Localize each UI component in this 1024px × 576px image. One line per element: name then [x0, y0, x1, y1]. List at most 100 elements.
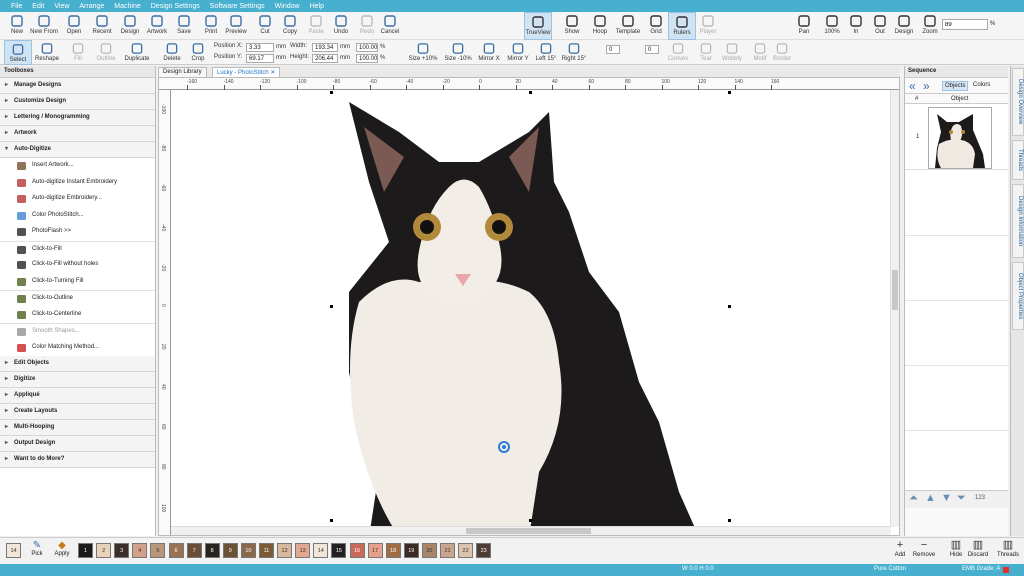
selection-handle[interactable] — [330, 305, 333, 308]
toolbar-template-button[interactable]: Template — [614, 12, 642, 40]
toolbar-design-button[interactable]: Design — [116, 12, 144, 40]
expand-right-icon[interactable]: » — [923, 79, 930, 93]
toolbar-rulers-button[interactable]: Rulers — [668, 12, 696, 40]
toolbox-item-click-to-turning-fill[interactable]: Click-to-Turning Fill — [0, 274, 155, 291]
apply-button[interactable]: ◆ Apply — [52, 540, 72, 557]
toolbox-item-smooth-shapes[interactable]: Smooth Shapes... — [0, 323, 155, 340]
toolbox-section-lettering-monogramming[interactable]: Lettering / Monogramming — [0, 110, 155, 126]
toolbox-section-manage-designs[interactable]: Manage Designs — [0, 78, 155, 94]
toolbar-new-button[interactable]: New — [3, 12, 31, 40]
thread-swatch[interactable]: 5 — [150, 543, 166, 558]
rotation-b-field[interactable]: 0 — [645, 45, 659, 54]
tab-threads[interactable]: Threads — [1012, 140, 1024, 180]
toolbar-reshape-button[interactable]: Reshape — [33, 40, 61, 65]
thread-swatch[interactable]: 4 — [132, 543, 148, 558]
move-up-icon[interactable]: ▲ — [925, 492, 936, 504]
thread-swatch[interactable]: 12 — [277, 543, 293, 558]
toolbar-player-button[interactable]: Player — [694, 12, 722, 40]
cat-artwork[interactable] — [329, 92, 729, 536]
selection-handle[interactable] — [728, 91, 731, 94]
move-last-icon[interactable]: ⏷ — [957, 492, 966, 505]
toolbar-print-button[interactable]: Print — [197, 12, 225, 40]
menu-help[interactable]: Help — [310, 3, 324, 10]
toolbar-hoop-button[interactable]: Hoop — [586, 12, 614, 40]
sequence-row[interactable]: 1 — [905, 104, 1008, 170]
tab-design-overview[interactable]: Design Overview — [1012, 68, 1024, 136]
toolbox-item-auto-digitize-instant-embroidery[interactable]: Auto-digitize Instant Embroidery — [0, 175, 155, 192]
toolbox-item-insert-artwork[interactable]: Insert Artwork... — [0, 158, 155, 175]
toolbar-mirror-x-button[interactable]: Mirror X — [474, 40, 504, 65]
menu-edit[interactable]: Edit — [32, 3, 44, 10]
selection-handle[interactable] — [330, 91, 333, 94]
thread-swatch[interactable]: 14 — [313, 543, 329, 558]
toolbox-section-create-layouts[interactable]: Create Layouts — [0, 404, 155, 420]
toolbox-section-auto-digitize[interactable]: Auto-Digitize — [0, 142, 155, 158]
toolbox-item-click-to-centerline[interactable]: Click-to-Centerline — [0, 307, 155, 324]
toolbox-item-auto-digitize-embroidery[interactable]: Auto-digitize Embroidery... — [0, 191, 155, 208]
toolbar-show-button[interactable]: Show — [558, 12, 586, 40]
toolbar-design-button[interactable]: Design — [890, 12, 918, 40]
toolbox-section-edit-objects[interactable]: Edit Objects — [0, 356, 155, 372]
tab-design-library[interactable]: Design Library — [158, 67, 207, 77]
toolbar-duplicate-button[interactable]: Duplicate — [120, 40, 154, 65]
toolbox-item-click-to-outline[interactable]: Click-to-Outline — [0, 290, 155, 307]
width-field[interactable]: 193.34 — [312, 43, 338, 52]
toolbar-fill-button[interactable]: Fill — [64, 40, 92, 65]
thread-swatch[interactable]: 7 — [186, 543, 202, 558]
object-thumbnail[interactable] — [928, 107, 992, 169]
thread-swatch[interactable]: 14 — [6, 543, 21, 558]
menu-software-settings[interactable]: Software Settings — [210, 3, 265, 10]
toolbox-section-customize-design[interactable]: Customize Design — [0, 94, 155, 110]
scroll-thumb[interactable] — [466, 528, 591, 534]
palette-add-button[interactable]: + Add — [888, 539, 912, 558]
toolbar-recent-button[interactable]: Recent — [88, 12, 116, 40]
toolbar-outline-button[interactable]: Outline — [92, 40, 120, 65]
toolbox-section-want-to-do-more[interactable]: Want to do More? — [0, 452, 155, 468]
toolbox-section-appliqu[interactable]: Appliqué — [0, 388, 155, 404]
thread-swatch[interactable]: 23 — [476, 543, 492, 558]
toolbar-select-button[interactable]: Select — [4, 40, 32, 65]
toolbar-open-button[interactable]: Open — [60, 12, 88, 40]
toolbar-left-15-button[interactable]: Left 15° — [531, 40, 561, 65]
toolbar-grid-button[interactable]: Grid — [642, 12, 670, 40]
palette-threads-button[interactable]: ▥ Threads — [996, 539, 1020, 558]
position-x-field[interactable]: 3.33 — [246, 43, 274, 52]
scale-x-field[interactable]: 100.00 — [356, 43, 378, 52]
toolbar-save-button[interactable]: Save — [170, 12, 198, 40]
thread-swatch[interactable]: 3 — [114, 543, 130, 558]
toolbar-undo-button[interactable]: Undo — [327, 12, 355, 40]
toolbox-item-photoflash[interactable]: PhotoFlash >> — [0, 224, 155, 241]
thread-swatch[interactable]: 19 — [403, 543, 419, 558]
tab-colors[interactable]: Colors — [971, 81, 992, 89]
menu-window[interactable]: Window — [275, 3, 300, 10]
tab-lucky-photostitch[interactable]: Lucky - PhotoStitch ✕ — [212, 67, 281, 77]
toolbar-artwork-button[interactable]: Artwork — [143, 12, 171, 40]
selection-handle[interactable] — [529, 91, 532, 94]
tab-design-information[interactable]: Design Information — [1012, 184, 1024, 258]
toolbox-item-color-photostitch[interactable]: Color PhotoStitch... — [0, 208, 155, 225]
toolbar-border-button[interactable]: Border — [768, 40, 796, 65]
toolbar-cancel-button[interactable]: Cancel — [376, 12, 404, 40]
thread-swatch[interactable]: 21 — [440, 543, 455, 558]
toolbox-item-click-to-fill[interactable]: Click-to-Fill — [0, 240, 155, 258]
toolbar-size-10-button[interactable]: Size -10% — [443, 40, 473, 65]
thread-swatch[interactable]: 9 — [222, 543, 238, 558]
horizontal-scrollbar[interactable] — [171, 526, 891, 535]
height-field[interactable]: 206.44 — [312, 54, 338, 63]
toolbar-size-10-button[interactable]: Size +10% — [408, 40, 438, 65]
toolbar-preview-button[interactable]: Preview — [222, 12, 250, 40]
thread-swatch[interactable]: 10 — [240, 543, 256, 558]
selection-handle[interactable] — [330, 519, 333, 522]
menu-machine[interactable]: Machine — [114, 3, 140, 10]
position-y-field[interactable]: 69.17 — [246, 54, 274, 63]
thread-swatch[interactable]: 1 — [78, 543, 93, 558]
toolbar-copy-button[interactable]: Copy — [276, 12, 304, 40]
toolbox-item-color-matching-method[interactable]: Color Matching Method... — [0, 340, 155, 357]
thread-swatch[interactable]: 15 — [331, 543, 347, 558]
toolbar-paste-button[interactable]: Paste — [302, 12, 330, 40]
toolbar-zoom-button[interactable]: Zoom — [916, 12, 944, 40]
design-canvas[interactable]: -160 -140 -120 -100 -80 -60 -40 -20 0 20 40 60 80 100… — [158, 77, 900, 536]
toolbar-pan-button[interactable]: Pan — [790, 12, 818, 40]
menu-view[interactable]: View — [54, 3, 69, 10]
rotation-a-field[interactable]: 0 — [606, 45, 620, 54]
